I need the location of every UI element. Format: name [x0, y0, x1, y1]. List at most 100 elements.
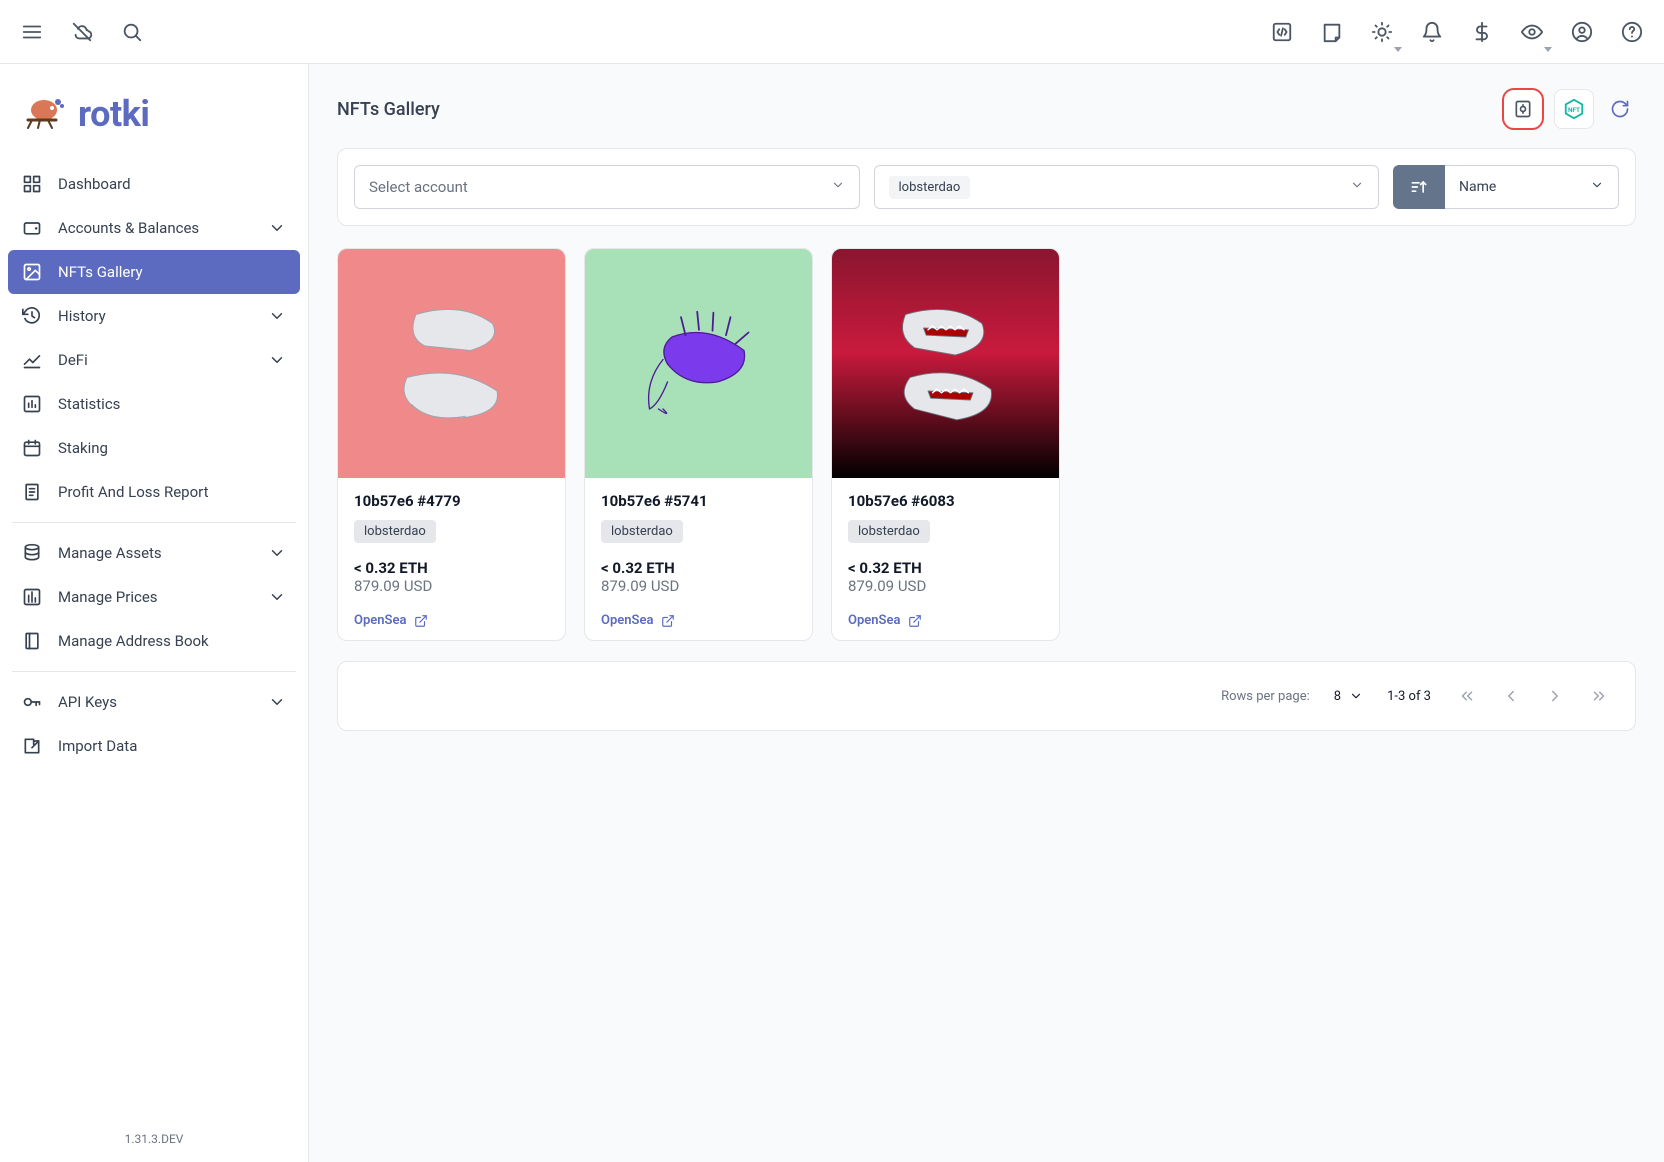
external-link-icon [661, 614, 675, 628]
book-icon [22, 631, 42, 651]
sidebar-label: Manage Assets [58, 544, 162, 562]
marketplace-label: OpenSea [354, 613, 406, 628]
wallet-icon [22, 218, 42, 238]
topbar [0, 0, 1664, 64]
nft-marketplace-link[interactable]: OpenSea [848, 613, 1043, 628]
chevron-down-icon [268, 544, 286, 562]
sidebar-item-defi[interactable]: DeFi [8, 338, 300, 382]
main-content: NFTs Gallery NFT Select account lobsterd… [309, 64, 1664, 1162]
nft-card-body: 10b57e6 #6083 lobsterdao < 0.32 ETH 879.… [832, 478, 1059, 640]
last-page-button[interactable] [1587, 684, 1611, 708]
pagination-arrows [1455, 684, 1611, 708]
sidebar-item-accounts[interactable]: Accounts & Balances [8, 206, 300, 250]
pagination-range: 1-3 of 3 [1387, 689, 1431, 704]
nft-price-crypto: < 0.32 ETH [601, 559, 796, 577]
caret-down-icon [1349, 689, 1363, 703]
theme-icon[interactable] [1366, 16, 1398, 48]
caret-down-icon [831, 178, 845, 196]
nft-card[interactable]: 10b57e6 #4779 lobsterdao < 0.32 ETH 879.… [337, 248, 566, 641]
divider [12, 671, 296, 672]
rows-per-page-select[interactable]: 8 [1334, 689, 1363, 704]
nft-card[interactable]: 10b57e6 #5741 lobsterdao < 0.32 ETH 879.… [584, 248, 813, 641]
page-title: NFTs Gallery [337, 99, 440, 120]
sidebar-item-nfts[interactable]: NFTs Gallery [8, 250, 300, 294]
sidebar: rotki Dashboard Accounts & Balances NFTs… [0, 64, 309, 1162]
menu-icon[interactable] [16, 16, 48, 48]
nft-title: 10b57e6 #6083 [848, 492, 1043, 510]
eye-icon[interactable] [1516, 16, 1548, 48]
nft-image [585, 249, 812, 478]
code-icon[interactable] [1266, 16, 1298, 48]
note-icon[interactable] [1316, 16, 1348, 48]
history-icon [22, 306, 42, 326]
sidebar-item-import[interactable]: Import Data [8, 724, 300, 768]
rows-per-page-value: 8 [1334, 689, 1341, 704]
divider [12, 522, 296, 523]
nft-price-crypto: < 0.32 ETH [848, 559, 1043, 577]
sort-direction-button[interactable] [1393, 165, 1445, 209]
svg-text:NFT: NFT [1568, 106, 1580, 114]
account-select[interactable]: Select account [354, 165, 860, 209]
sort-by-select[interactable]: Name [1445, 165, 1619, 209]
nft-price-crypto: < 0.32 ETH [354, 559, 549, 577]
sidebar-label: Manage Prices [58, 588, 158, 606]
nft-card[interactable]: 10b57e6 #6083 lobsterdao < 0.32 ETH 879.… [831, 248, 1060, 641]
user-icon[interactable] [1566, 16, 1598, 48]
next-page-button[interactable] [1543, 684, 1567, 708]
chevron-down-icon [268, 693, 286, 711]
filter-panel: Select account lobsterdao Name [337, 148, 1636, 226]
sidebar-item-history[interactable]: History [8, 294, 300, 338]
help-icon[interactable] [1616, 16, 1648, 48]
version-label: 1.31.3.DEV [8, 1116, 300, 1152]
sidebar-item-api-keys[interactable]: API Keys [8, 680, 300, 724]
sidebar-item-address-book[interactable]: Manage Address Book [8, 619, 300, 663]
refresh-button[interactable] [1604, 93, 1636, 125]
bar-chart-icon [22, 394, 42, 414]
page-actions: NFT [1502, 88, 1636, 130]
pagination: Rows per page: 8 1-3 of 3 [337, 661, 1636, 731]
sidebar-item-manage-prices[interactable]: Manage Prices [8, 575, 300, 619]
bell-icon[interactable] [1416, 16, 1448, 48]
chevron-down-icon [268, 588, 286, 606]
dollar-icon[interactable] [1466, 16, 1498, 48]
nft-grid: 10b57e6 #4779 lobsterdao < 0.32 ETH 879.… [337, 248, 1636, 641]
nft-marketplace-link[interactable]: OpenSea [354, 613, 549, 628]
sidebar-label: Profit And Loss Report [58, 483, 209, 501]
nft-title: 10b57e6 #4779 [354, 492, 549, 510]
cloud-off-icon[interactable] [66, 16, 98, 48]
nft-marketplace-link[interactable]: OpenSea [601, 613, 796, 628]
search-icon[interactable] [116, 16, 148, 48]
caret-down-icon [1350, 178, 1364, 196]
marketplace-label: OpenSea [601, 613, 653, 628]
collection-chip: lobsterdao [889, 176, 971, 199]
nft-badge-button[interactable]: NFT [1554, 89, 1594, 129]
sidebar-item-dashboard[interactable]: Dashboard [8, 162, 300, 206]
image-icon [22, 262, 42, 282]
sidebar-item-manage-assets[interactable]: Manage Assets [8, 531, 300, 575]
sidebar-label: Dashboard [58, 175, 131, 193]
nft-card-body: 10b57e6 #5741 lobsterdao < 0.32 ETH 879.… [585, 478, 812, 640]
sidebar-label: DeFi [58, 351, 88, 369]
sidebar-item-staking[interactable]: Staking [8, 426, 300, 470]
topbar-right [1266, 16, 1648, 48]
database-icon [22, 543, 42, 563]
prev-page-button[interactable] [1499, 684, 1523, 708]
logo[interactable]: rotki [8, 84, 300, 162]
sidebar-item-pnl[interactable]: Profit And Loss Report [8, 470, 300, 514]
sidebar-label: Import Data [58, 737, 137, 755]
sidebar-label: Manage Address Book [58, 632, 209, 650]
marketplace-label: OpenSea [848, 613, 900, 628]
nft-price-fiat: 879.09 USD [601, 577, 796, 595]
settings-action-button[interactable] [1502, 88, 1544, 130]
sidebar-item-statistics[interactable]: Statistics [8, 382, 300, 426]
nft-collection-tag: lobsterdao [354, 520, 436, 543]
caret-down-icon [1590, 178, 1604, 196]
import-icon [22, 736, 42, 756]
collection-select[interactable]: lobsterdao [874, 165, 1380, 209]
sidebar-label: Accounts & Balances [58, 219, 199, 237]
sort-by-value: Name [1459, 179, 1496, 195]
external-link-icon [908, 614, 922, 628]
nft-card-body: 10b57e6 #4779 lobsterdao < 0.32 ETH 879.… [338, 478, 565, 640]
first-page-button[interactable] [1455, 684, 1479, 708]
logo-text: rotki [78, 93, 149, 135]
